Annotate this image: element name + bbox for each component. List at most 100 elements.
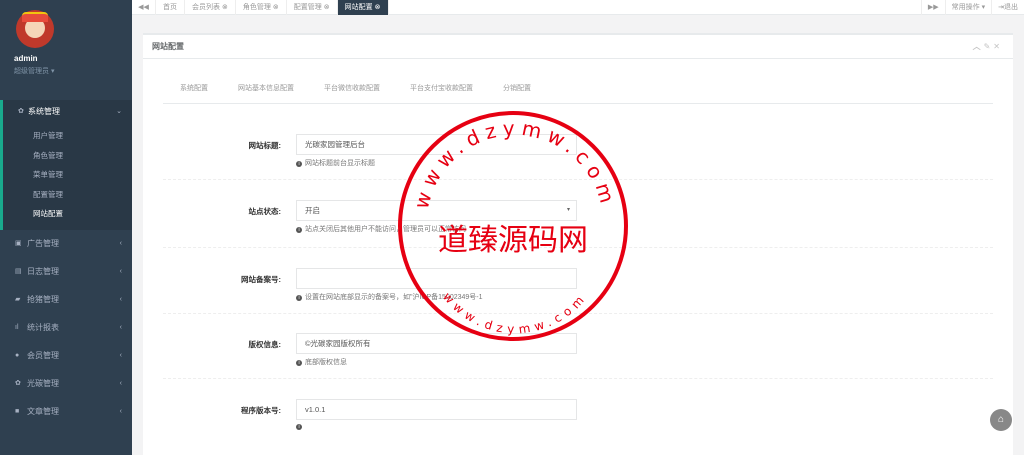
sidebar-item-pigs[interactable]: ▰ 抢猪管理 ‹ [0, 286, 132, 314]
panel-title: 网站配置 ︿✎✕ [143, 35, 1013, 59]
divider [163, 378, 993, 379]
config-tabs: 系统配置 网站基本信息配置 平台微信收款配置 平台支付宝收款配置 分销配置 [163, 83, 561, 93]
tab-alipay[interactable]: 平台支付宝收款配置 [410, 83, 473, 93]
bar-chart-icon: ıl [15, 323, 19, 331]
panel-title-text: 网站配置 [152, 42, 184, 51]
site-title-input[interactable]: 光碳家园管理后台 [296, 134, 577, 155]
tab-basic-info[interactable]: 网站基本信息配置 [238, 83, 294, 93]
sidebar-subitem-site-config[interactable]: 网站配置 [3, 204, 132, 224]
help-text: 站点关闭后其他用户不能访问，管理员可以正常访问 [305, 226, 466, 233]
sidebar-subitem-users[interactable]: 用户管理 [3, 126, 132, 146]
tab-system-config[interactable]: 系统配置 [180, 83, 208, 93]
tab-wechat-pay[interactable]: 平台微信收款配置 [324, 83, 380, 93]
close-icon[interactable]: ⊗ [273, 4, 279, 11]
sidebar-item-label: 广告管理 [27, 238, 59, 248]
chevron-left-icon: ‹ [119, 379, 122, 387]
home-icon[interactable]: ⌂ [990, 409, 1012, 431]
tab-roles[interactable]: 角色管理 ⊗ [236, 0, 287, 15]
tab-member-list[interactable]: 会员列表 ⊗ [185, 0, 236, 15]
chevron-down-icon: ⌄ [116, 108, 122, 115]
tab-bar-right: ▶▶ 常用操作 ▾ ⇥退出 [920, 0, 1024, 15]
tab-home[interactable]: 首页 [156, 0, 185, 15]
caret-down-icon: ▾ [566, 207, 570, 213]
config-panel: 网站配置 ︿✎✕ 系统配置 网站基本信息配置 平台微信收款配置 平台支付宝收款配… [143, 33, 1013, 455]
sidebar-item-articles[interactable]: ■ 文章管理 ‹ [0, 398, 132, 426]
logout-button[interactable]: ⇥退出 [991, 0, 1024, 15]
collapse-icon[interactable]: ︿ [973, 42, 984, 51]
field-label: 网站标题: [248, 141, 282, 150]
tab-bar: ◀◀ 首页 会员列表 ⊗ 角色管理 ⊗ 配置管理 ⊗ 网站配置 ⊗ ▶▶ 常用操作 ▾ … [132, 0, 1024, 15]
sidebar-item-label: 统计报表 [27, 322, 59, 332]
status-select-value: 开启 [305, 206, 320, 215]
sidebar-item-label: 文章管理 [27, 406, 59, 416]
sidebar-item-ads[interactable]: ▣ 广告管理 ‹ [0, 230, 132, 258]
chevron-left-icon: ‹ [119, 407, 122, 415]
field-help: i [296, 423, 305, 430]
tab-distribution[interactable]: 分销配置 [503, 83, 531, 93]
info-icon: i [296, 424, 302, 430]
sidebar-item-system[interactable]: ✿ 系统管理 ⌄ [0, 100, 132, 124]
divider [163, 179, 993, 180]
field-help: i 底部版权信息 [296, 357, 347, 367]
sidebar-item-logs[interactable]: ▤ 日志管理 ‹ [0, 258, 132, 286]
wrench-icon[interactable]: ✎ [984, 42, 994, 51]
info-icon: i [296, 360, 302, 366]
icp-input[interactable] [296, 268, 577, 289]
sidebar-item-label: 系统管理 [28, 107, 60, 116]
scroll-left-icon[interactable]: ◀◀ [132, 0, 156, 15]
close-icon[interactable]: ⊗ [324, 4, 330, 11]
sidebar-item-label: 会员管理 [27, 350, 59, 360]
gear-icon: ✿ [18, 108, 24, 115]
common-ops-label: 常用操作 [951, 3, 980, 11]
tab-config[interactable]: 配置管理 ⊗ [287, 0, 338, 15]
field-label: 网站备案号: [241, 275, 281, 284]
close-icon[interactable]: ⊗ [222, 4, 228, 11]
sidebar-subitem-config[interactable]: 配置管理 [3, 185, 132, 205]
user-name: admin [14, 54, 38, 63]
panel-tools: ︿✎✕ [973, 35, 1003, 59]
list-icon: ▤ [15, 267, 22, 275]
chevron-left-icon: ‹ [119, 351, 122, 359]
field-label: 版权信息: [248, 340, 282, 349]
nav-menu: ✿ 系统管理 ⌄ 用户管理 角色管理 菜单管理 配置管理 网站配置 ▣ 广告管理 ‹… [0, 100, 132, 426]
help-text: 底部版权信息 [305, 359, 347, 366]
avatar[interactable] [16, 10, 54, 48]
tab-label: 角色管理 [242, 3, 271, 11]
sidebar-item-carbon[interactable]: ✿ 光碳管理 ‹ [0, 370, 132, 398]
sidebar-subitem-roles[interactable]: 角色管理 [3, 146, 132, 166]
field-label: 站点状态: [248, 207, 282, 216]
logout-label: 退出 [1004, 3, 1018, 11]
tab-site-config[interactable]: 网站配置 ⊗ [337, 0, 389, 15]
divider [163, 247, 993, 248]
user-role-dropdown[interactable]: 超级管理员 ▾ [14, 66, 132, 76]
sidebar-item-members[interactable]: ● 会员管理 ‹ [0, 342, 132, 370]
close-icon[interactable]: ✕ [993, 42, 1003, 51]
image-icon: ▣ [15, 239, 22, 247]
status-select[interactable]: 开启 ▾ [296, 200, 577, 221]
common-ops-dropdown[interactable]: 常用操作 ▾ [944, 0, 991, 15]
chevron-left-icon: ‹ [119, 323, 122, 331]
chevron-left-icon: ‹ [119, 239, 122, 247]
divider [163, 103, 993, 104]
sidebar-subitem-menus[interactable]: 菜单管理 [3, 165, 132, 185]
divider [163, 313, 993, 314]
article-icon: ■ [15, 407, 20, 415]
close-icon[interactable]: ⊗ [375, 4, 381, 11]
help-text: 网站标题前台显示标题 [305, 160, 375, 167]
scroll-right-icon[interactable]: ▶▶ [920, 0, 945, 15]
sidebar-item-stats[interactable]: ıl 统计报表 ‹ [0, 314, 132, 342]
sidebar-item-label: 日志管理 [27, 266, 59, 276]
sidebar-item-label: 光碳管理 [27, 378, 59, 388]
user-icon: ● [15, 351, 20, 359]
version-input[interactable]: v1.0.1 [296, 399, 577, 420]
info-icon: i [296, 227, 302, 233]
user-role: 超级管理员 [14, 68, 49, 75]
copyright-input[interactable]: ©光碳家园版权所有 [296, 333, 577, 354]
tab-label: 首页 [163, 3, 177, 11]
info-icon: i [296, 161, 302, 167]
submenu: 用户管理 角色管理 菜单管理 配置管理 网站配置 [0, 124, 132, 230]
sidebar: admin 超级管理员 ▾ ✿ 系统管理 ⌄ 用户管理 角色管理 菜单管理 配置… [0, 0, 132, 455]
chevron-left-icon: ‹ [119, 295, 122, 303]
caret-down-icon: ▾ [50, 68, 55, 75]
field-help: i 设置在网站底部显示的备案号，如"沪ICP备15002349号-1 [296, 292, 483, 302]
